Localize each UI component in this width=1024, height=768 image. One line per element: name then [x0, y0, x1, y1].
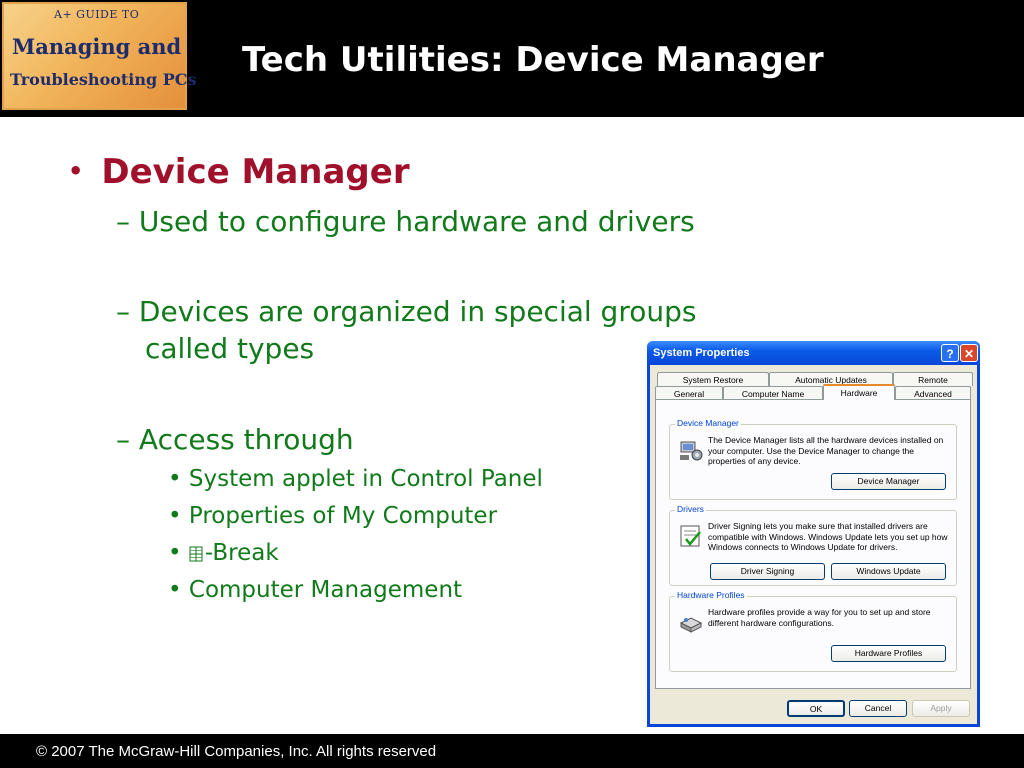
hardware-tab-panel: Device Manager The Device Manager lists … [655, 399, 971, 689]
tab-general[interactable]: General [655, 386, 723, 400]
hardware-profiles-group: Hardware Profiles Hardware profiles prov… [669, 590, 957, 672]
bullet-device-manager: • Device Manager [68, 152, 410, 192]
sub-bullet-organized: – Devices are organized in special group… [116, 295, 697, 328]
device-manager-group: Device Manager The Device Manager lists … [669, 418, 957, 500]
hardware-profiles-icon [678, 609, 704, 635]
help-button[interactable]: ? [941, 344, 959, 362]
logo-line2: Managing and [12, 34, 182, 59]
dialog-titlebar[interactable]: System Properties ? ✕ [647, 341, 980, 365]
driver-signing-button[interactable]: Driver Signing [710, 563, 825, 580]
item-computer-management: • Computer Management [168, 577, 463, 603]
device-manager-text: The Device Manager lists all the hardwar… [708, 435, 944, 466]
close-button[interactable]: ✕ [960, 344, 978, 362]
copyright-text: © 2007 The McGraw-Hill Companies, Inc. A… [36, 743, 437, 760]
drivers-group-label: Drivers [675, 504, 706, 514]
logo-line1: A+ GUIDE TO [54, 8, 140, 21]
device-manager-button[interactable]: Device Manager [831, 473, 946, 490]
dialog-title: System Properties [653, 347, 750, 359]
item-my-computer: • Properties of My Computer [168, 503, 498, 529]
tab-remote[interactable]: Remote [893, 372, 973, 386]
device-manager-icon [678, 437, 704, 463]
item-my-computer-text: Properties of My Computer [188, 503, 498, 529]
hardware-profiles-text: Hardware profiles provide a way for you … [708, 607, 931, 628]
driver-signing-icon [678, 523, 704, 549]
windows-update-button[interactable]: Windows Update [831, 563, 946, 580]
hardware-profiles-group-label: Hardware Profiles [675, 590, 747, 600]
item-system-applet-text: System applet in Control Panel [188, 466, 543, 492]
item-win-break-text: -Break [204, 540, 279, 566]
item-system-applet: • System applet in Control Panel [168, 466, 543, 492]
tab-advanced[interactable]: Advanced [895, 386, 971, 400]
bullet-dot-icon: • [68, 157, 84, 185]
tab-system-restore[interactable]: System Restore [657, 372, 769, 386]
slide-title: Tech Utilities: Device Manager [242, 40, 824, 80]
ok-button[interactable]: OK [787, 700, 845, 717]
header-bar: A+ GUIDE TO Managing and Troubleshooting… [0, 0, 1024, 117]
cancel-button[interactable]: Cancel [849, 700, 907, 717]
apply-button[interactable]: Apply [912, 700, 970, 717]
footer-bar: © 2007 The McGraw-Hill Companies, Inc. A… [0, 734, 1024, 768]
hardware-profiles-button[interactable]: Hardware Profiles [831, 645, 946, 662]
tab-hardware[interactable]: Hardware [823, 384, 895, 400]
book-logo: A+ GUIDE TO Managing and Troubleshooting… [2, 2, 197, 110]
sub-bullet-configure: – Used to configure hardware and drivers [116, 205, 695, 238]
item-computer-management-text: Computer Management [188, 577, 463, 603]
device-manager-group-label: Device Manager [675, 418, 741, 428]
drivers-group: Drivers Driver Signing lets you make sur… [669, 504, 957, 586]
windows-key-icon [189, 542, 203, 562]
sub-bullet-organized-cont: called types [145, 332, 315, 365]
dialog-body: System Restore Automatic Updates Remote … [650, 365, 977, 724]
item-win-break: • -Break [168, 540, 279, 566]
bullet-main-text: Device Manager [101, 152, 410, 192]
tab-computer-name[interactable]: Computer Name [723, 386, 823, 400]
sub-bullet-access: – Access through [116, 423, 354, 456]
drivers-text: Driver Signing lets you make sure that i… [708, 521, 948, 552]
logo-line3: Troubleshooting PCs [10, 70, 197, 89]
system-properties-dialog: System Properties ? ✕ System Restore Aut… [647, 341, 980, 727]
